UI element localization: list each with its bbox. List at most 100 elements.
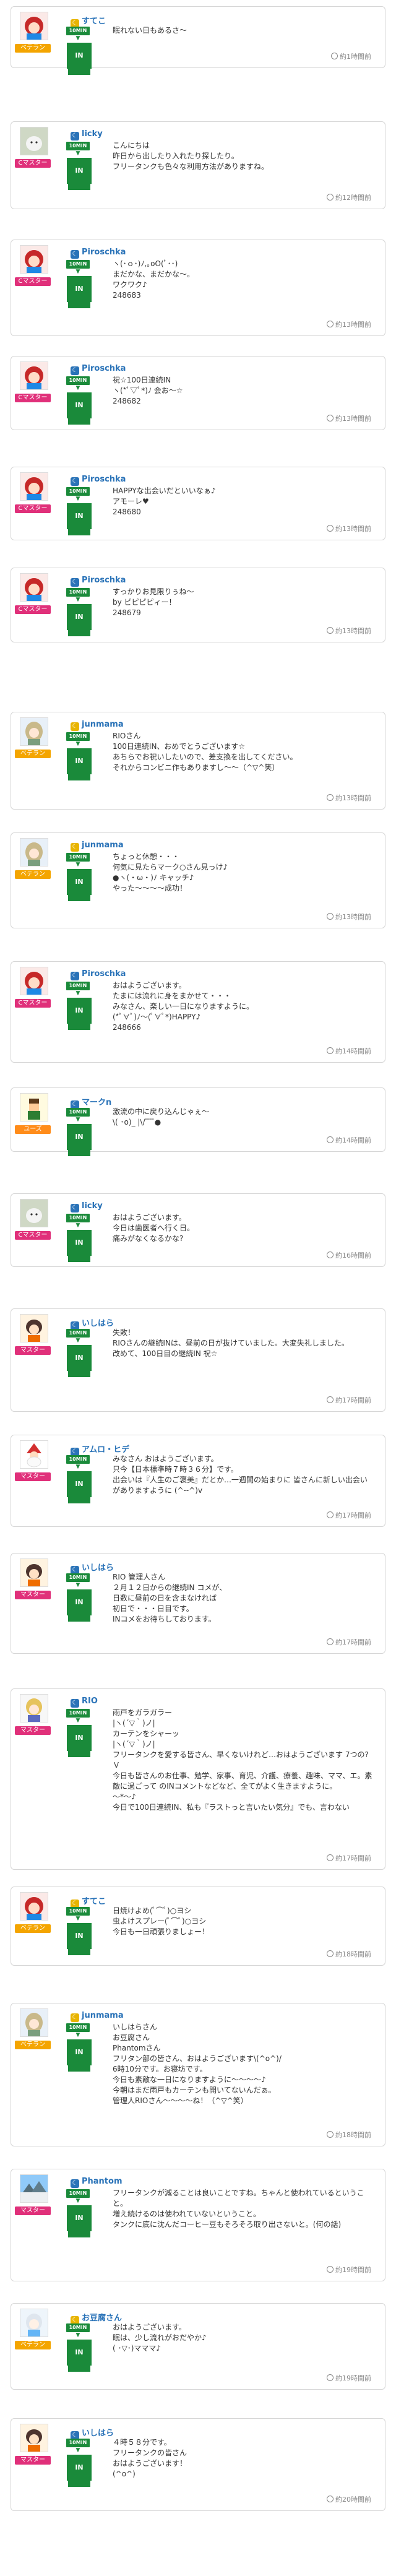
timestamp: 約19時間前 (327, 2373, 371, 2383)
avatar[interactable] (20, 1892, 48, 1921)
rank-badge: Cマスター (15, 999, 51, 1008)
avatar[interactable] (20, 361, 48, 390)
avatar[interactable] (20, 573, 48, 602)
avatar[interactable] (20, 1314, 48, 1342)
in-tank-icon: IN (67, 503, 92, 535)
avatar[interactable] (20, 1093, 48, 1122)
timestamp-text: 約14時間前 (335, 1136, 371, 1144)
feed-card: ベテラン ☾ お豆腐さん 10MIN ▼ IN おはようございます。 眠は、少し流れがおだや… (11, 2303, 385, 2390)
feed-card: Cマスター ☾ Piroschka 10MIN ▼ IN HAPPYな出会いだといいなぁ♪ … (11, 467, 385, 540)
timestamp: 約13時間前 (327, 912, 371, 922)
clock-icon (327, 415, 334, 421)
avatar[interactable] (20, 1440, 48, 1469)
timestamp-text: 約17時間前 (335, 1854, 371, 1862)
avatar[interactable] (20, 2008, 48, 2037)
in-tank-icon: IN (67, 998, 92, 1030)
username-link[interactable]: ☾ いしはら (71, 1316, 114, 1330)
arrow-down-icon: ▼ (75, 1338, 80, 1344)
rank-badge: ベテラン (15, 2341, 51, 2349)
in-tank-icon: IN (67, 276, 92, 308)
clock-icon (327, 321, 334, 327)
duration-tag: 10MIN (66, 1907, 90, 1916)
username-link[interactable]: ☾ Piroschka (71, 364, 126, 375)
user-type-icon: ☾ (71, 2013, 79, 2022)
username-link[interactable]: ☾ Phantom (71, 2177, 123, 2188)
username-link[interactable]: ☾ いしはら (71, 1561, 114, 1575)
timestamp-text: 約19時間前 (335, 2266, 371, 2274)
message-text: ４時５８分です。 フリータンクの皆さん おはようございます！ (^o^) (113, 2438, 187, 2478)
timestamp-text: 約13時間前 (335, 913, 371, 921)
arrow-down-icon: ▼ (75, 741, 80, 747)
avatar[interactable] (20, 2309, 48, 2337)
message-text: みなさん おはようございます。 只今【日本標準時７時３６分】です。 出会いは『人… (113, 1454, 368, 1495)
arrow-down-icon: ▼ (75, 1464, 80, 1470)
username-link[interactable]: ☾ junmama (71, 2011, 124, 2022)
username-link[interactable]: ☾ junmama (71, 720, 124, 731)
timestamp: 約12時間前 (327, 192, 371, 202)
username-link[interactable]: ☾ Piroschka (71, 475, 126, 486)
clock-icon (327, 1251, 334, 1258)
duration-tag: 10MIN (66, 1108, 90, 1117)
clock-icon (327, 2374, 334, 2381)
avatar[interactable] (20, 12, 48, 40)
avatar[interactable] (20, 245, 48, 274)
clock-icon (327, 627, 334, 634)
avatar[interactable] (20, 1199, 48, 1227)
timestamp: 約18時間前 (327, 2130, 371, 2140)
in-tank-icon: IN (67, 1589, 92, 1622)
timestamp: 約18時間前 (327, 1949, 371, 1959)
timestamp: 約14時間前 (327, 1046, 371, 1056)
timestamp-text: 約18時間前 (335, 2131, 371, 2139)
username: Piroschka (82, 969, 126, 979)
duration-tag: 10MIN (66, 27, 90, 35)
feed-card: マスター ☾ いしはら 10MIN ▼ IN ４時５８分です。 フリータンクの皆さん おはよ… (11, 2418, 385, 2511)
feed-card: マスター ☾ いしはら 10MIN ▼ IN 失敗！ RIOさんの継続INは、昼前の日が抜け… (11, 1308, 385, 1412)
username: いしはら (82, 1563, 114, 1573)
duration-tag: 10MIN (66, 1709, 90, 1718)
timestamp-text: 約13時間前 (335, 525, 371, 533)
timestamp-text: 約16時間前 (335, 1251, 371, 1260)
timestamp-text: 約20時間前 (335, 2496, 371, 2504)
avatar[interactable] (20, 717, 48, 746)
arrow-down-icon: ▼ (75, 2332, 80, 2338)
message-text: RIO 管理人さん ２月１２日からの継続IN コメが、 日数に昼前の日を含まなけ… (113, 1573, 227, 1623)
timestamp: 約17時間前 (327, 1637, 371, 1647)
username-link[interactable]: ☾ マークn (71, 1096, 111, 1109)
username-link[interactable]: ☾ licky (71, 1201, 103, 1212)
username-link[interactable]: ☾ すてこ (71, 14, 106, 28)
username: junmama (82, 720, 124, 729)
avatar[interactable] (20, 2174, 48, 2203)
username-link[interactable]: ☾ junmama (71, 841, 124, 852)
message-text: ちょっと休憩・・・ 何気に見たらマーク○さん見っけ♪ ●ヽ(・ω・)ﾉ キャッチ… (113, 852, 228, 893)
username-link[interactable]: ☾ licky (71, 129, 103, 140)
rank-badge: ベテラン (15, 870, 51, 879)
username: Piroschka (82, 364, 126, 373)
avatar[interactable] (20, 472, 48, 501)
avatar[interactable] (20, 838, 48, 867)
user-type-icon: ☾ (71, 722, 79, 731)
username-link[interactable]: ☾ Piroschka (71, 576, 126, 587)
arrow-down-icon: ▼ (75, 597, 80, 603)
in-tank-icon: IN (67, 2205, 92, 2237)
message-text: こんにちは 昨日から出したり入れたり探したり。 フリータンクも色々な利用方法があ… (113, 141, 269, 171)
arrow-down-icon: ▼ (75, 496, 80, 502)
avatar[interactable] (20, 1694, 48, 1722)
username-link[interactable]: ☾ Piroschka (71, 969, 126, 980)
message-text: 祝☆100日連続IN ヽ(*ﾟ▽ﾟ*)ﾉ 会お〜☆ 248682 (113, 376, 183, 405)
avatar[interactable] (20, 1558, 48, 1587)
user-type-icon: ☾ (71, 1204, 79, 1212)
in-tank-icon: IN (67, 2340, 92, 2372)
avatar[interactable] (20, 967, 48, 995)
username-link[interactable]: ☾ RIO (71, 1696, 98, 1708)
username-link[interactable]: ☾ Piroschka (71, 248, 126, 259)
avatar[interactable] (20, 127, 48, 155)
in-tank-icon: IN (67, 392, 92, 425)
user-type-icon: ☾ (71, 366, 79, 375)
username: アムロ・ヒデ (82, 1445, 130, 1454)
username-link[interactable]: ☾ いしはら (71, 2426, 114, 2440)
timestamp: 約13時間前 (327, 626, 371, 636)
clock-icon (331, 53, 338, 59)
rank-badge: Cマスター (15, 394, 51, 402)
avatar[interactable] (20, 2424, 48, 2452)
username-link[interactable]: ☾ すてこ (71, 1895, 106, 1908)
